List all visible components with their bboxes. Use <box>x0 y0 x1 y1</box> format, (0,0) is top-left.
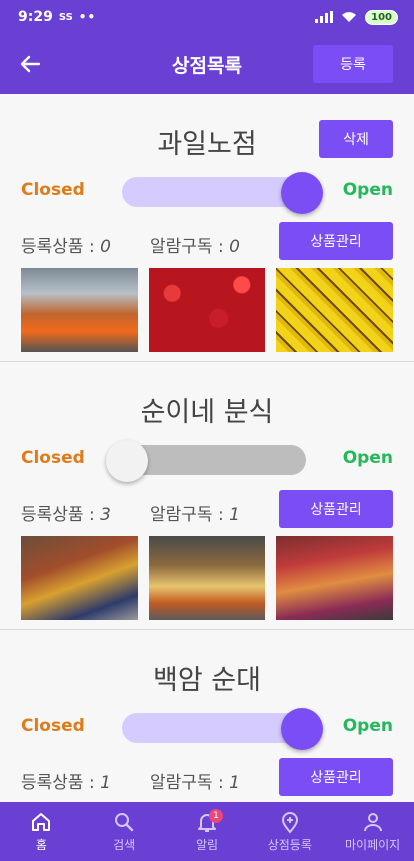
store-name: 순이네 분식 <box>140 397 274 428</box>
nav-alerts[interactable]: 1 알림 <box>166 802 249 861</box>
person-icon <box>363 813 382 832</box>
store-stats: 등록상품 : 3 알람구독 : 1 <box>21 500 240 525</box>
nav-register-store[interactable]: 상점등록 <box>248 802 331 861</box>
manage-products-button[interactable]: 상품관리 <box>279 758 393 796</box>
closed-label: Closed <box>21 716 85 736</box>
manage-products-button[interactable]: 상품관리 <box>279 490 393 528</box>
notification-dots: •• <box>78 10 97 24</box>
products-label: 등록상품 : <box>21 773 101 793</box>
store-photos <box>21 268 394 352</box>
alarm-label: 알람구독 : <box>150 773 230 793</box>
nav-mypage[interactable]: 마이페이지 <box>331 802 414 861</box>
nav-search[interactable]: 검색 <box>83 802 166 861</box>
alarm-count: 0 <box>229 237 240 257</box>
fried-skewers-photo[interactable] <box>148 536 266 620</box>
products-count: 1 <box>100 773 111 793</box>
bananas-photo[interactable] <box>276 268 394 352</box>
status-time: 9:29 <box>18 9 53 25</box>
open-toggle-knob[interactable] <box>106 440 148 482</box>
products-count: 3 <box>100 505 111 525</box>
notification-badge: 1 <box>208 809 223 823</box>
nav-mypage-label: 마이페이지 <box>344 838 401 852</box>
open-toggle-row: Closed Open <box>0 438 414 482</box>
products-label: 등록상품 : <box>21 237 101 257</box>
delete-button[interactable]: 삭제 <box>319 120 393 158</box>
open-toggle-row: Closed Open <box>0 706 414 750</box>
search-icon <box>115 813 134 832</box>
nav-register-store-label: 상점등록 <box>267 838 312 852</box>
app-bar: 상점목록 등록 <box>0 34 414 94</box>
nav-home[interactable]: 홈 <box>0 802 83 861</box>
open-toggle-knob[interactable] <box>281 172 323 214</box>
back-arrow-icon[interactable] <box>14 48 46 80</box>
products-count: 0 <box>100 237 111 257</box>
nav-alerts-label: 알림 <box>195 838 219 852</box>
register-button[interactable]: 등록 <box>313 45 393 83</box>
alarm-label: 알람구독 : <box>150 505 230 525</box>
fruit-market-photo[interactable] <box>21 268 138 352</box>
wifi-icon <box>342 12 357 22</box>
store-card: 순이네 분식 Closed Open 등록상품 : 3 알람구독 : 1 상품관… <box>0 362 414 630</box>
open-toggle-track[interactable] <box>122 177 306 207</box>
nav-search-label: 검색 <box>113 838 136 852</box>
map-pin-plus-icon <box>281 812 298 834</box>
open-label: Open <box>342 716 393 736</box>
products-label: 등록상품 : <box>21 505 101 525</box>
alarm-count: 1 <box>229 505 240 525</box>
signal-icon <box>315 11 334 23</box>
status-bar: 9:29 SS •• 100 <box>0 0 414 34</box>
carrier-icon: SS <box>58 11 73 23</box>
page-title: 상점목록 <box>172 54 242 77</box>
store-photos <box>21 536 394 620</box>
store-card: 백암 순대 Closed Open 등록상품 : 1 알람구독 : 1 상품관리 <box>0 630 414 802</box>
store-card: 과일노점 삭제 Closed Open 등록상품 : 0 알람구독 : 0 상품… <box>0 94 414 362</box>
store-list[interactable]: 과일노점 삭제 Closed Open 등록상품 : 0 알람구독 : 0 상품… <box>0 94 414 802</box>
bottom-navigation: 홈 검색 1 알림 상점등록 마이페이지 <box>0 802 414 861</box>
open-toggle-knob[interactable] <box>281 708 323 750</box>
home-icon <box>32 813 51 831</box>
nav-home-label: 홈 <box>35 838 47 852</box>
open-toggle-track[interactable] <box>122 445 306 475</box>
street-food-stall-photo[interactable] <box>21 536 138 620</box>
manage-products-button[interactable]: 상품관리 <box>279 222 393 260</box>
strawberries-photo[interactable] <box>148 268 266 352</box>
open-label: Open <box>342 448 393 468</box>
alarm-count: 1 <box>229 773 240 793</box>
closed-label: Closed <box>21 448 85 468</box>
store-name: 백암 순대 <box>153 665 261 696</box>
open-toggle-row: Closed Open <box>0 170 414 214</box>
closed-label: Closed <box>21 180 85 200</box>
alarm-label: 알람구독 : <box>150 237 230 257</box>
battery-indicator: 100 <box>365 9 398 25</box>
store-stats: 등록상품 : 1 알람구독 : 1 <box>21 768 240 793</box>
tteokbokki-stall-photo[interactable] <box>276 536 394 620</box>
open-toggle-track[interactable] <box>122 713 306 743</box>
store-stats: 등록상품 : 0 알람구독 : 0 <box>21 232 240 257</box>
open-label: Open <box>342 180 393 200</box>
